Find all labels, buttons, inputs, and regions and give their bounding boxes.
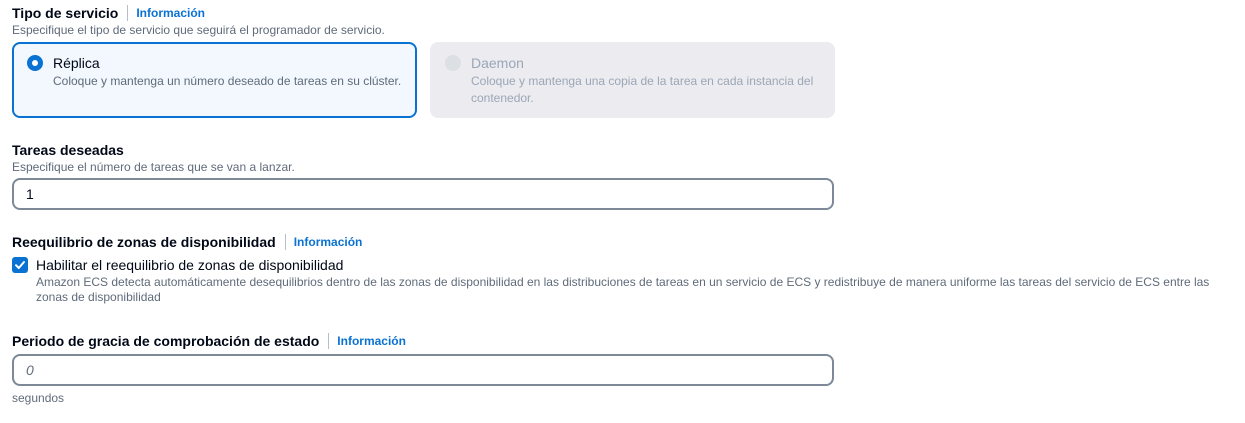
radio-disabled-icon <box>445 55 461 71</box>
desired-tasks-input[interactable]: 1 <box>12 178 834 210</box>
az-rebalancing-checkbox-label[interactable]: Habilitar el reequilibrio de zonas de di… <box>36 256 1236 274</box>
info-separator <box>328 333 330 349</box>
az-rebalancing-label: Reequilibrio de zonas de disponibilidad <box>12 234 276 250</box>
radio-selected-icon[interactable] <box>27 55 43 71</box>
service-type-tiles: Réplica Coloque y mantenga un número des… <box>12 42 835 118</box>
checkbox-checked-icon[interactable] <box>12 257 28 273</box>
az-rebalancing-info-link[interactable]: Información <box>294 234 363 250</box>
service-type-section: Tipo de servicio Información Especifique… <box>12 4 385 38</box>
desired-tasks-section: Tareas deseadas Especifique el número de… <box>12 141 295 175</box>
info-separator <box>284 234 286 250</box>
health-check-grace-section: Periodo de gracia de comprobación de est… <box>12 332 406 350</box>
health-check-grace-unit: segundos <box>12 391 65 405</box>
health-check-grace-input[interactable]: 0 <box>12 354 834 386</box>
az-rebalancing-checkbox-row: Habilitar el reequilibrio de zonas de di… <box>12 256 1236 305</box>
tile-title-replica: Réplica <box>53 55 100 71</box>
service-config-form: Tipo de servicio Información Especifique… <box>0 0 1245 423</box>
service-type-label: Tipo de servicio <box>12 5 119 21</box>
health-check-grace-info-link[interactable]: Información <box>337 333 406 349</box>
az-rebalancing-checkbox-description: Amazon ECS detecta automáticamente deseq… <box>36 275 1210 304</box>
desired-tasks-label: Tareas deseadas <box>12 142 124 158</box>
tile-description-daemon: Coloque y mantenga una copia de la tarea… <box>471 74 814 105</box>
service-type-tile-daemon: Daemon Coloque y mantenga una copia de l… <box>430 42 835 118</box>
tile-title-daemon: Daemon <box>471 55 524 71</box>
info-separator <box>127 5 129 21</box>
service-type-tile-replica[interactable]: Réplica Coloque y mantenga un número des… <box>12 42 417 118</box>
az-rebalancing-section: Reequilibrio de zonas de disponibilidad … <box>12 233 362 251</box>
tile-description-replica: Coloque y mantenga un número deseado de … <box>53 74 402 88</box>
desired-tasks-value: 1 <box>26 186 34 202</box>
desired-tasks-description: Especifique el número de tareas que se v… <box>12 160 295 174</box>
service-type-description: Especifique el tipo de servicio que segu… <box>12 23 385 37</box>
service-type-info-link[interactable]: Información <box>136 5 205 21</box>
health-check-grace-placeholder: 0 <box>26 362 34 378</box>
health-check-grace-label: Periodo de gracia de comprobación de est… <box>12 333 320 349</box>
